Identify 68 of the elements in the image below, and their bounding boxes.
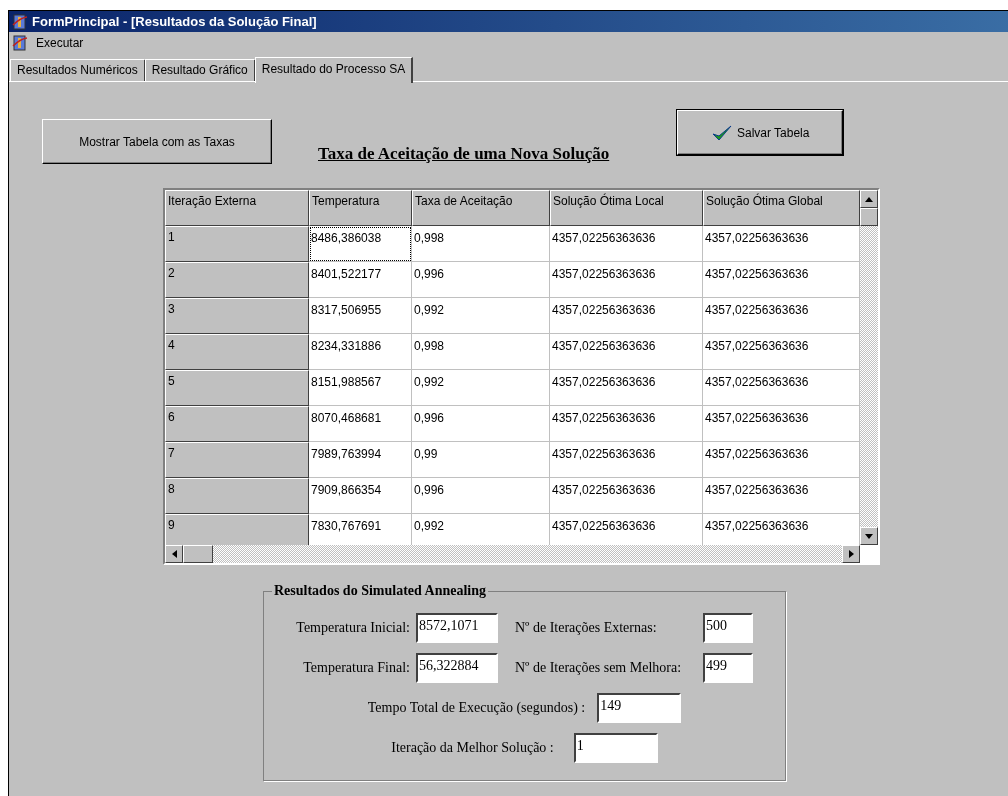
table-cell: 4357,02256363636 <box>550 298 703 334</box>
group-title: Resultados do Simulated Annealing <box>272 583 488 599</box>
show-table-button[interactable]: Mostrar Tabela com as Taxas <box>42 119 272 164</box>
vertical-scrollbar[interactable] <box>860 190 878 545</box>
app-icon <box>12 34 28 51</box>
input-field[interactable]: 149 <box>597 693 682 723</box>
table-cell: 8070,468681 <box>309 406 412 442</box>
table-cell: 0,996 <box>412 262 550 298</box>
up-arrow-icon <box>865 196 873 202</box>
column-header[interactable]: Solução Ótima Global <box>703 190 860 226</box>
table-cell: 4357,02256363636 <box>550 226 703 262</box>
table-cell: 8317,506955 <box>309 298 412 334</box>
right-arrow-icon <box>848 550 854 558</box>
table-cell: 4357,02256363636 <box>550 406 703 442</box>
table-cell: 2 <box>165 262 309 298</box>
window-title: FormPrincipal - [Resultados da Solução Final] <box>32 14 317 29</box>
input-field[interactable]: 499 <box>703 653 753 683</box>
left-arrow-icon <box>171 550 177 558</box>
column-header[interactable]: Solução Ótima Local <box>550 190 703 226</box>
input-field[interactable]: 56,322884 <box>416 653 498 683</box>
field-label: Nº de Iterações sem Melhora: <box>514 660 683 676</box>
column-header[interactable]: Temperatura <box>309 190 412 226</box>
input-field[interactable]: 1 <box>573 733 658 763</box>
down-arrow-icon <box>865 533 873 539</box>
table-cell: 8151,988567 <box>309 370 412 406</box>
table-cell: 8401,522177 <box>309 262 412 298</box>
table-cell: 4357,02256363636 <box>550 370 703 406</box>
table-cell: 0,992 <box>412 298 550 334</box>
table-cell: 3 <box>165 298 309 334</box>
table-cell: 8486,386038 <box>309 226 412 262</box>
table-cell: 0,996 <box>412 406 550 442</box>
field-label: Temperatura Inicial: <box>295 620 411 636</box>
table-cell: 8 <box>165 478 309 514</box>
table-cell: 4 <box>165 334 309 370</box>
table-cell: 0,992 <box>412 370 550 406</box>
table-cell: 9 <box>165 514 309 545</box>
table-cell: 0,99 <box>412 442 550 478</box>
table-cell: 4357,02256363636 <box>550 478 703 514</box>
table-cell: 0,998 <box>412 334 550 370</box>
field-label: Tempo Total de Execução (segundos) : <box>367 700 586 716</box>
scroll-thumb[interactable] <box>183 545 213 563</box>
column-header[interactable]: Taxa de Aceitação <box>412 190 550 226</box>
save-table-button[interactable]: Salvar Tabela <box>677 110 844 155</box>
table-heading: Taxa de Aceitação de uma Nova Solução <box>318 144 610 164</box>
table-cell: 4357,02256363636 <box>550 442 703 478</box>
tab[interactable]: Resultados Numéricos <box>10 59 146 81</box>
table-cell: 4357,02256363636 <box>550 334 703 370</box>
scroll-thumb[interactable] <box>860 208 878 226</box>
table-cell: 0,996 <box>412 478 550 514</box>
table-cell: 6 <box>165 406 309 442</box>
field-label: Temperatura Final: <box>302 660 411 676</box>
table-cell: 0,998 <box>412 226 550 262</box>
tab[interactable]: Resultado do Processo SA <box>254 57 414 83</box>
app-icon <box>12 13 28 30</box>
table-cell: 1 <box>165 226 309 262</box>
table-cell: 4357,02256363636 <box>550 262 703 298</box>
field-label: Nº de Iterações Externas: <box>514 620 658 636</box>
field-label: Iteração da Melhor Solução : <box>391 740 554 756</box>
input-field[interactable]: 8572,1071 <box>416 613 498 643</box>
menu-item[interactable]: Executar <box>36 35 84 50</box>
column-header[interactable]: Iteração Externa <box>165 190 309 226</box>
horizontal-scrollbar[interactable] <box>165 545 860 563</box>
input-field[interactable]: 500 <box>703 613 753 643</box>
table-cell: 7 <box>165 442 309 478</box>
table-cell: 7989,763994 <box>309 442 412 478</box>
table-cell: 5 <box>165 370 309 406</box>
table-cell: 8234,331886 <box>309 334 412 370</box>
table-cell: 7909,866354 <box>309 478 412 514</box>
